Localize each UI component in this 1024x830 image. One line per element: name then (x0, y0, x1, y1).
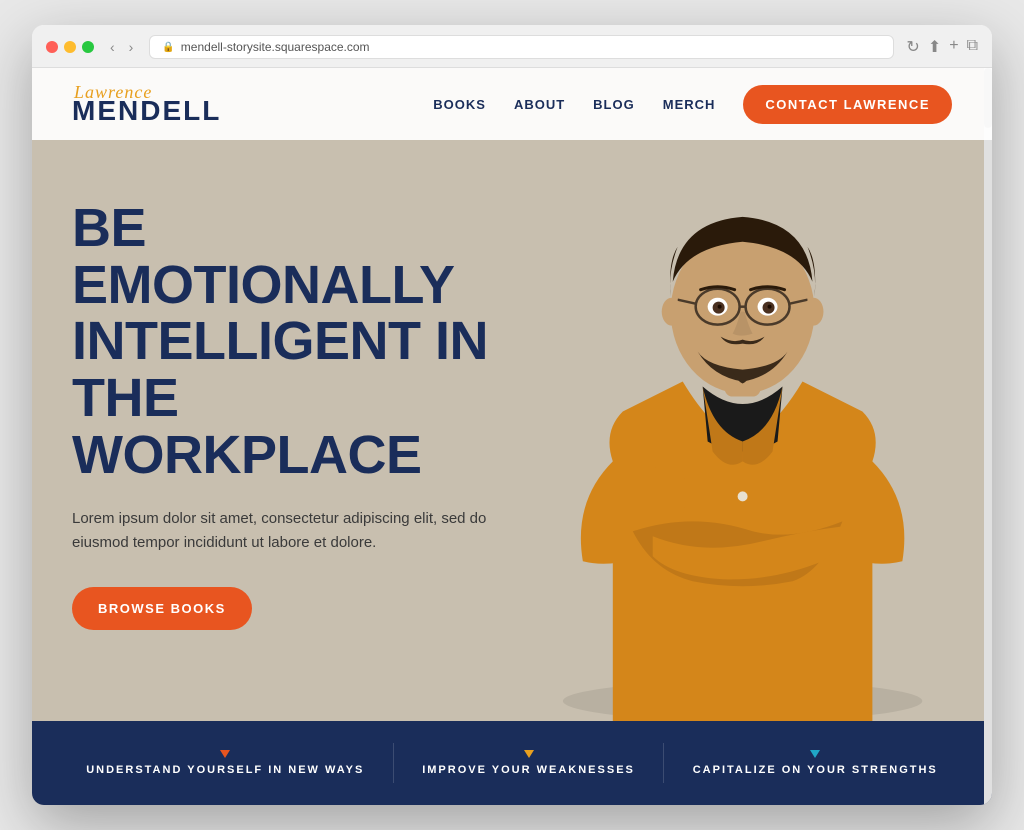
minimize-button[interactable] (64, 41, 76, 53)
fullscreen-button[interactable] (82, 41, 94, 53)
bottom-label-2: IMPROVE YOUR WEAKNESSES (422, 764, 635, 776)
divider-1 (393, 743, 394, 783)
browser-controls: ‹ › (106, 37, 137, 57)
nav-links: BOOKS ABOUT BLOG MERCH CONTACT LAWRENCE (433, 85, 952, 124)
bottom-item-3: CAPITALIZE ON YOUR STRENGTHS (693, 750, 938, 776)
divider-2 (663, 743, 664, 783)
dot-teal (810, 750, 820, 758)
nav-blog[interactable]: BLOG (593, 97, 635, 112)
new-tab-icon[interactable]: + (949, 37, 958, 57)
close-button[interactable] (46, 41, 58, 53)
logo-main: MENDELL (72, 97, 221, 125)
reload-button[interactable]: ↻ (906, 37, 919, 57)
hero-section: BE EMOTIONALLY INTELLIGENT IN THE WORKPL… (32, 140, 992, 721)
browser-window: ‹ › 🔒 mendell-storysite.squarespace.com … (32, 25, 992, 805)
bottom-item-1: UNDERSTAND YOURSELF IN NEW WAYS (86, 750, 364, 776)
bottom-item-2: IMPROVE YOUR WEAKNESSES (422, 750, 635, 776)
dot-yellow (524, 750, 534, 758)
hero-title: BE EMOTIONALLY INTELLIGENT IN THE WORKPL… (72, 200, 530, 483)
share-icon[interactable]: ⬆ (928, 37, 941, 57)
navbar: Lawrence MENDELL BOOKS ABOUT BLOG MERCH … (32, 68, 992, 140)
traffic-lights (46, 41, 94, 53)
tabs-icon[interactable]: ⧉ (967, 37, 978, 57)
browser-actions: ↻ ⬆ + ⧉ (906, 37, 978, 57)
dot-orange (220, 750, 230, 758)
url-text: mendell-storysite.squarespace.com (181, 40, 370, 54)
nav-books[interactable]: BOOKS (433, 97, 486, 112)
website: Lawrence MENDELL BOOKS ABOUT BLOG MERCH … (32, 68, 992, 805)
scrollbar[interactable] (984, 68, 992, 805)
hero-content: BE EMOTIONALLY INTELLIGENT IN THE WORKPL… (72, 190, 530, 630)
bottom-label-3: CAPITALIZE ON YOUR STRENGTHS (693, 764, 938, 776)
hero-body: Lorem ipsum dolor sit amet, consectetur … (72, 507, 512, 555)
hero-image (493, 140, 992, 721)
bottom-label-1: UNDERSTAND YOURSELF IN NEW WAYS (86, 764, 364, 776)
nav-merch[interactable]: MERCH (663, 97, 716, 112)
logo: Lawrence MENDELL (72, 83, 221, 125)
bottom-bar: UNDERSTAND YOURSELF IN NEW WAYS IMPROVE … (32, 721, 992, 805)
forward-button[interactable]: › (125, 37, 138, 57)
lock-icon: 🔒 (162, 42, 174, 53)
address-bar[interactable]: 🔒 mendell-storysite.squarespace.com (149, 35, 894, 59)
back-button[interactable]: ‹ (106, 37, 119, 57)
person-illustration (493, 140, 992, 721)
nav-about[interactable]: ABOUT (514, 97, 565, 112)
browser-chrome: ‹ › 🔒 mendell-storysite.squarespace.com … (32, 25, 992, 68)
browse-books-button[interactable]: BROWSE BOOKS (72, 587, 252, 630)
website-wrapper: Lawrence MENDELL BOOKS ABOUT BLOG MERCH … (32, 68, 992, 805)
contact-button[interactable]: CONTACT LAWRENCE (743, 85, 952, 124)
